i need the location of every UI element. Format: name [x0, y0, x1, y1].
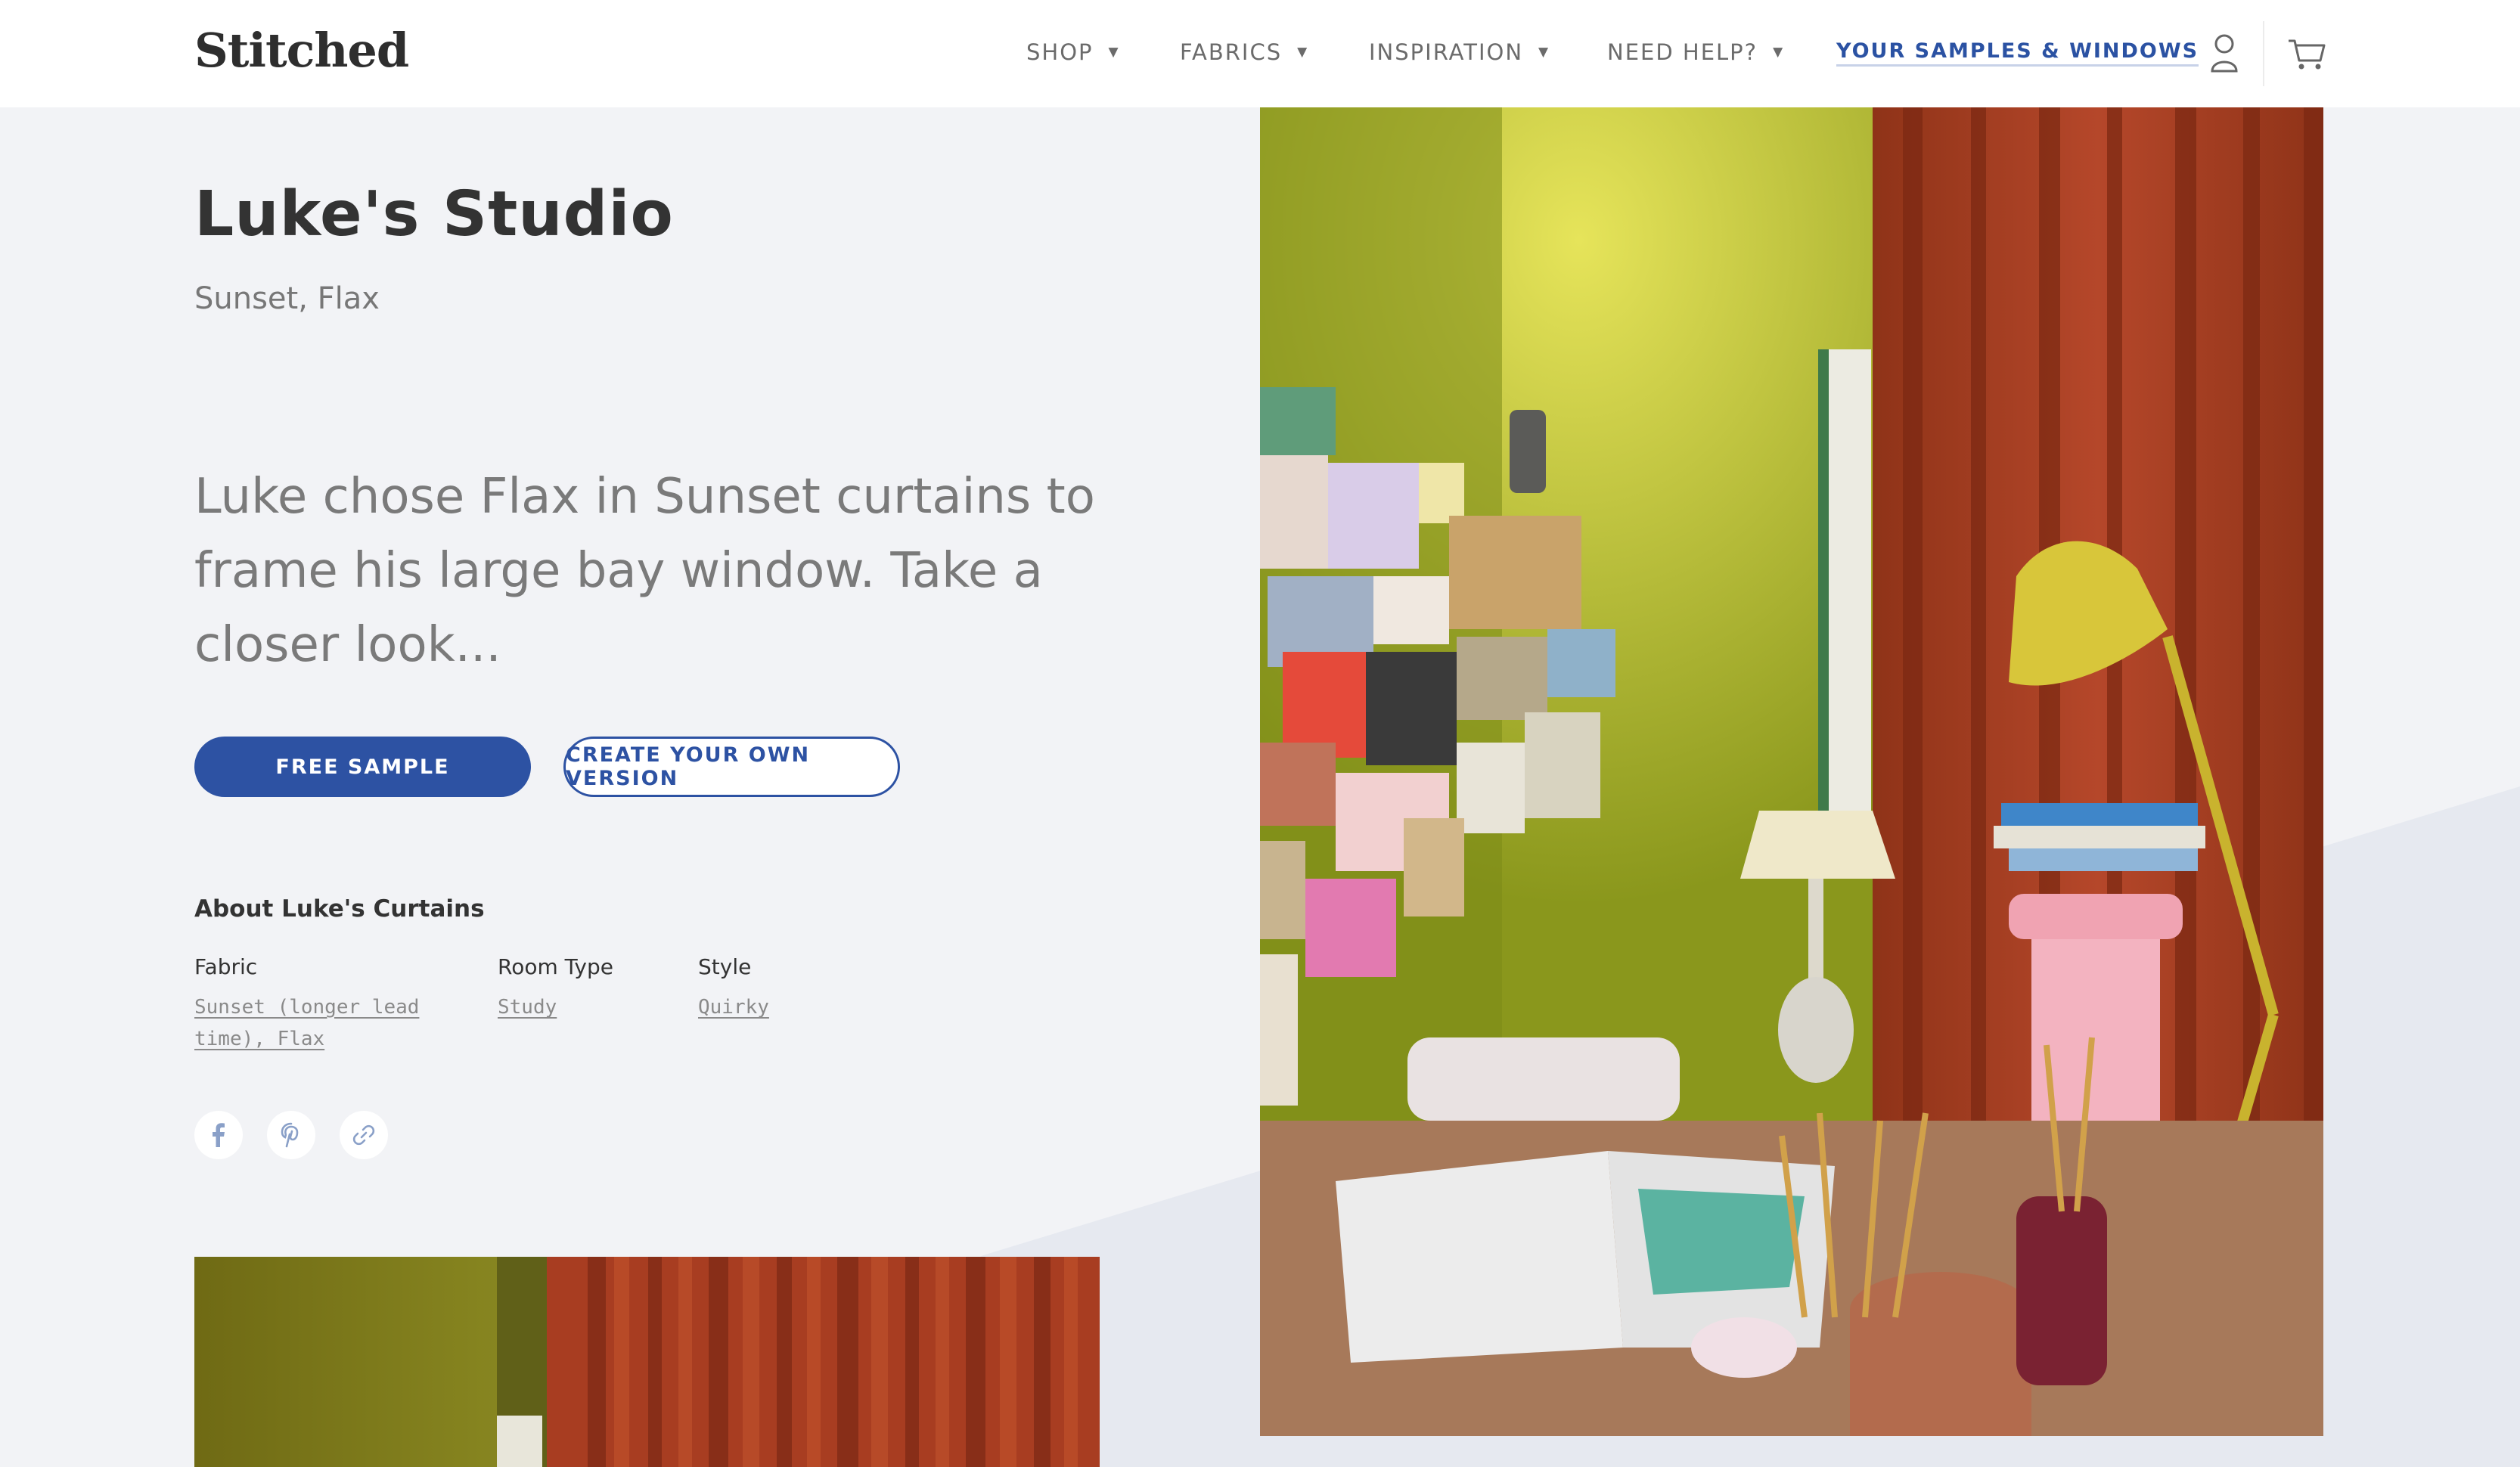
create-your-own-button[interactable]: CREATE YOUR OWN VERSION	[563, 737, 900, 797]
meta-style: Style Quirky	[698, 954, 769, 1023]
page-title: Luke's Studio	[194, 178, 674, 250]
about-heading: About Luke's Curtains	[194, 895, 485, 923]
nav-inspiration-label: INSPIRATION	[1369, 39, 1524, 65]
caret-down-icon: ▼	[1108, 45, 1120, 60]
header-divider	[2263, 21, 2264, 86]
site-header: Stitched SHOP ▼ FABRICS ▼ INSPIRATION ▼ …	[0, 0, 2520, 107]
pinterest-icon	[281, 1122, 299, 1148]
free-sample-button[interactable]: FREE SAMPLE	[194, 737, 531, 797]
caret-down-icon: ▼	[1538, 45, 1550, 60]
intro-text: Luke chose Flax in Sunset curtains to fr…	[194, 469, 1095, 673]
caret-down-icon: ▼	[1297, 45, 1309, 60]
cart-icon[interactable]	[2284, 30, 2329, 76]
style-link[interactable]: Quirky	[698, 991, 769, 1023]
main-nav: SHOP ▼ FABRICS ▼ INSPIRATION ▼ NEED HELP…	[0, 0, 2520, 107]
link-icon	[352, 1124, 375, 1146]
pinterest-share-button[interactable]	[267, 1111, 315, 1159]
page-subtitle: Sunset, Flax	[194, 281, 380, 316]
nav-fabrics-label: FABRICS	[1180, 39, 1283, 65]
room-type-label: Room Type	[498, 954, 613, 979]
style-label: Style	[698, 954, 752, 979]
nav-need-help[interactable]: NEED HELP? ▼	[1607, 39, 1784, 65]
caret-down-icon: ▼	[1773, 45, 1785, 60]
nav-shop-label: SHOP	[1026, 39, 1094, 65]
copy-link-button[interactable]	[340, 1111, 388, 1159]
curtain-detail-photo	[194, 1257, 1100, 1467]
nav-samples-windows[interactable]: YOUR SAMPLES & WINDOWS	[1836, 39, 2199, 67]
hero-room-photo	[1260, 107, 2323, 1436]
facebook-share-button[interactable]	[194, 1111, 243, 1159]
user-icon[interactable]	[2202, 30, 2247, 76]
nav-inspiration[interactable]: INSPIRATION ▼	[1369, 39, 1550, 65]
fabric-link[interactable]: Sunset (longer lead time), Flax	[194, 991, 444, 1055]
fabric-label: Fabric	[194, 954, 258, 979]
nav-need-help-label: NEED HELP?	[1607, 39, 1758, 65]
facebook-icon	[213, 1123, 225, 1147]
room-type-link[interactable]: Study	[498, 991, 613, 1023]
meta-room-type: Room Type Study	[498, 954, 613, 1023]
meta-fabric: Fabric Sunset (longer lead time), Flax	[194, 954, 444, 1055]
nav-shop[interactable]: SHOP ▼	[1026, 39, 1120, 65]
nav-fabrics[interactable]: FABRICS ▼	[1180, 39, 1308, 65]
